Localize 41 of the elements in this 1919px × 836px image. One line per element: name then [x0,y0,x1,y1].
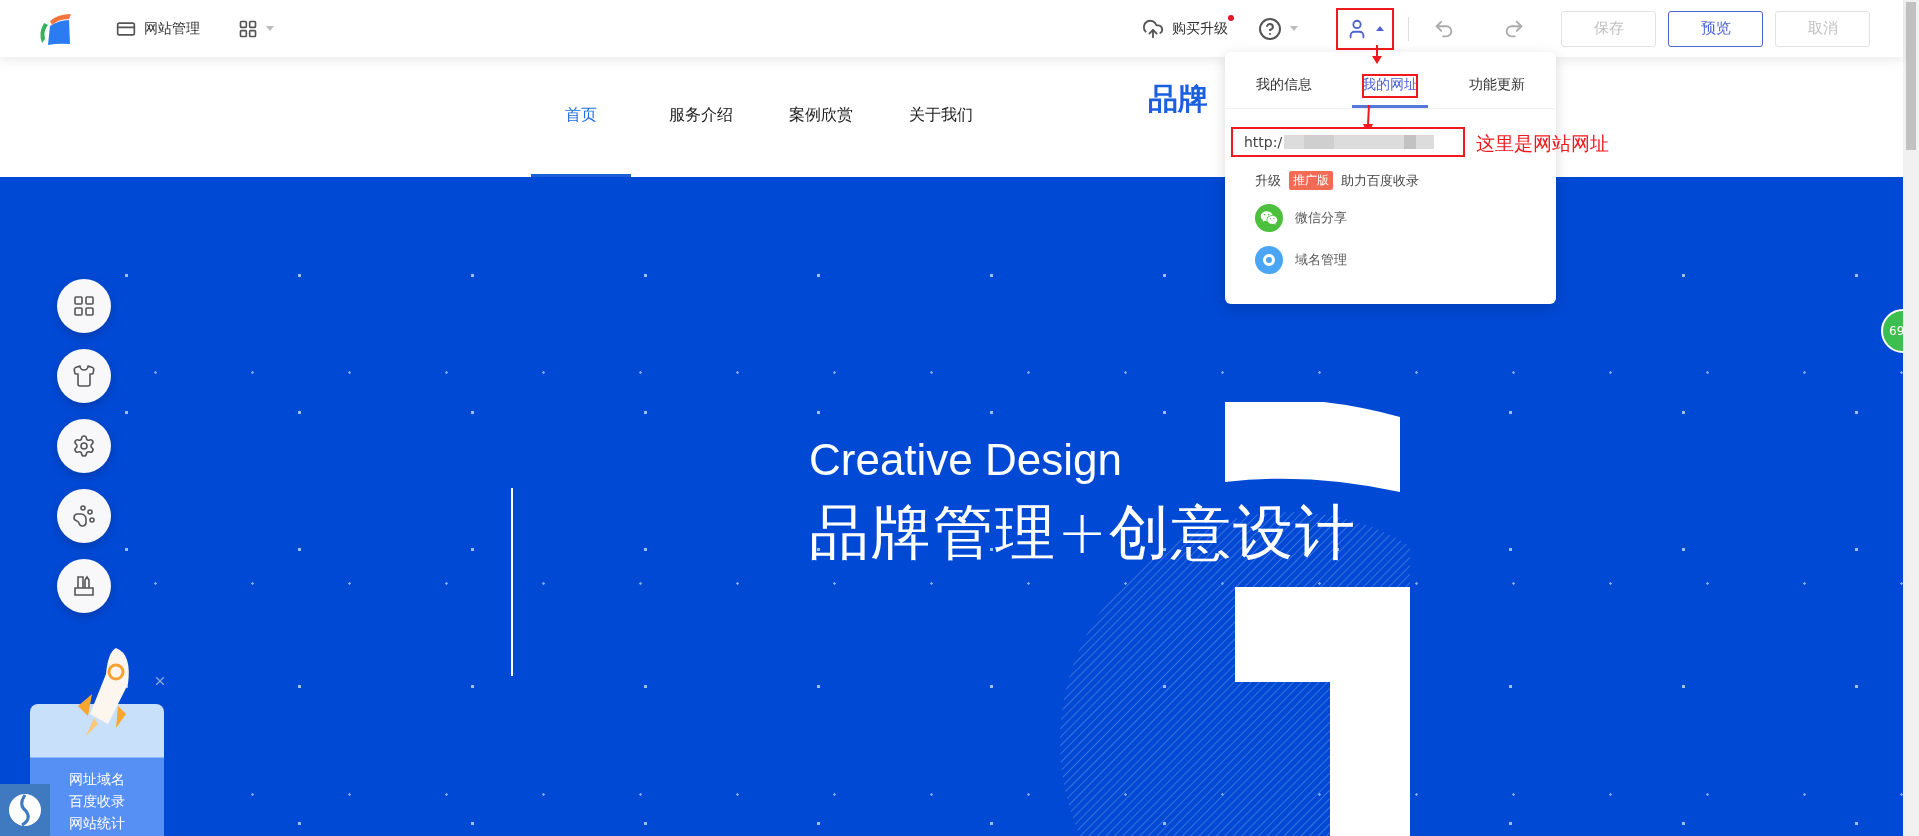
tool-button[interactable] [57,349,111,403]
upgrade-button[interactable]: 购买升级 [1138,13,1232,44]
scrollbar[interactable] [1903,0,1919,836]
hero-subtitle: Creative Design [809,435,1124,485]
nav-link[interactable]: 案例欣赏 [771,57,871,177]
menu-tab[interactable]: 我的信息 [1246,64,1323,108]
shirt-icon [72,364,96,388]
upgrade-text: 助力百度收录 [1341,171,1419,190]
toolbar-button[interactable]: 预览 [1668,10,1763,47]
grid-icon [238,18,258,39]
tool-button[interactable] [57,419,111,473]
app-logo[interactable] [0,784,50,836]
cloud-upload-icon [1142,17,1164,40]
help-icon [1258,16,1282,41]
promo-text: 网站统计 [69,814,125,833]
ring-icon [1255,246,1283,274]
promo-text: 百度收录 [69,792,125,811]
pencil-holder-icon [72,574,96,598]
paw-icon [72,504,96,528]
hero-title: 品牌管理+创意设计 [809,496,1358,569]
upgrade-label: 升级 [1255,171,1281,190]
arrow [1362,105,1374,127]
annotation-text: 这里是网站网址 [1476,131,1609,156]
chat-icon [1255,204,1283,232]
url-field[interactable]: http:/ [1233,129,1463,155]
arrow [1371,45,1383,65]
brand-title: 品牌 [1148,80,1208,118]
site-manage-button[interactable]: 网站管理 [112,14,204,43]
menu-item[interactable]: 微信分享 [1255,204,1556,232]
nav-link[interactable]: 服务介绍 [651,57,751,177]
promo-text: 网址域名 [69,770,125,789]
grid-icon [72,294,96,318]
settings-icon [72,434,96,458]
nav-link[interactable]: 关于我们 [891,57,991,177]
tool-button[interactable] [57,559,111,613]
tool-button[interactable] [57,279,111,333]
menu-tab[interactable]: 功能更新 [1458,64,1535,108]
menu-item[interactable]: 域名管理 [1255,246,1556,274]
close-icon[interactable] [153,674,167,688]
counter-badge: 69 [1881,309,1903,353]
tool-button[interactable] [57,489,111,543]
